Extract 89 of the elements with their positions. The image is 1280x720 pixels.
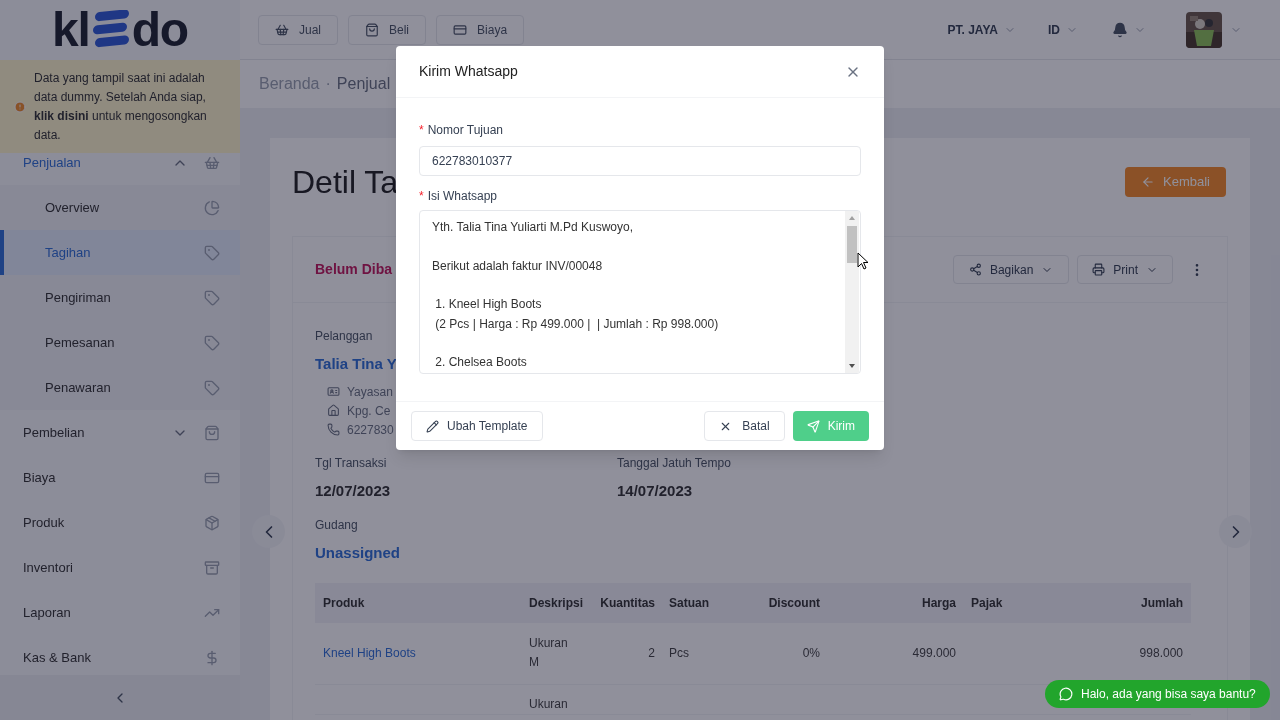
box-icon [204,514,220,531]
id-card-icon [327,385,340,398]
field-label: Tgl Transaksi [315,454,387,472]
share-icon [968,263,982,276]
dollar-icon [204,649,220,666]
table-cell-text: 0% [802,644,820,662]
pencil-icon [426,419,439,433]
table-cell-text: 2 [648,644,655,662]
language-menu[interactable]: ID [1048,20,1078,39]
column-header: Kuantitas [600,595,655,610]
archive-icon [204,559,220,576]
phone-field[interactable]: 622783010377 [419,146,861,176]
chat-button[interactable]: Halo, ada yang bisa saya bantu? [1045,680,1270,708]
message-paragraph: Berikut adalah faktur INV/00048 [432,257,604,275]
column-header: Harga [922,595,956,610]
page-title: Detil Ta [292,163,399,202]
table-cell-text: 499.000 [912,644,956,662]
table-cell-text: Pcs [669,644,689,662]
field-label: Isi Whatsapp [427,188,498,205]
sidebar-item[interactable]: Laporan [0,590,240,635]
customer-detail: Yayasan [347,383,393,401]
customer-detail: Kpg. Ce [347,402,391,420]
print-button[interactable]: Print [1077,255,1173,284]
product-link[interactable]: Kneel High Boots [323,643,416,663]
warning-icon [14,100,26,113]
bell-icon[interactable] [1112,21,1128,38]
send-icon [806,419,820,433]
sidebar-item[interactable]: Produk [0,500,240,545]
sidebar-item[interactable]: Pengiriman [0,275,240,320]
sidebar-item[interactable]: Biaya [0,455,240,500]
company-menu[interactable]: PT. JAYA [947,20,1016,39]
field-label: Pelanggan [315,328,373,345]
home-icon [327,404,340,417]
tag-icon [204,334,220,351]
pie-chart-icon [204,199,220,216]
bag-icon [204,424,220,441]
required-mark: * [419,122,424,139]
breadcrumb-separator: · [325,74,331,94]
edit-template-button[interactable]: Ubah Template [411,411,543,441]
notice-text: Data yang tampil saat ini adalah data dummy. Setelah Anda siap, klik disini untuk mengosongkan data. [34,69,208,144]
field-label: Nomor Tujuan [427,122,504,139]
field-label: Gudang [315,517,358,534]
sidebar-item[interactable]: Penawaran [0,365,240,410]
column-header: Pajak [971,595,1003,610]
breadcrumb-link[interactable]: Penjual [336,72,391,96]
message-field[interactable]: Yth. Talia Tina Yuliarti M.Pd Kuswoyo, Berikut adalah faktur INV/00048 1. Kneel High Boots (2 Pcs | Harga : Rp 499.000 | | Jumlah : Rp 998.000) 2. Chelsea Boots [419,210,861,374]
tag-icon [204,244,220,261]
field-value: Unassigned [315,543,401,563]
tag-icon [204,379,220,396]
cancel-button[interactable]: Batal [704,411,785,441]
field-value: 14/07/2023 [617,480,693,501]
status-text: Belum Diba [315,260,392,279]
required-mark: * [419,188,424,205]
field-label: Tanggal Jatuh Tempo [617,454,731,472]
message-paragraph: 1. Kneel High Boots (2 Pcs | Harga : Rp 499.000 | | Jumlah : Rp 998.000) [434,296,720,333]
basket-icon [275,22,289,37]
bag-icon [365,22,379,37]
sidebar-item[interactable]: Pembelian [0,410,240,455]
customer-detail: 6227830 [347,421,394,439]
sidebar-item[interactable]: Tagihan [0,230,240,275]
sidebar-item[interactable]: Pemesanan [0,320,240,365]
logo: kl do [52,6,188,54]
cursor-icon [857,252,869,270]
scrollbar[interactable] [845,211,859,373]
printer-icon [1092,263,1106,276]
sidebar-item[interactable]: Inventori [0,545,240,590]
message-paragraph: 2. Chelsea Boots [434,354,528,371]
column-header: Deskripsi [529,595,584,610]
column-header: Produk [323,595,365,610]
message-paragraph: Yth. Talia Tina Yuliarti M.Pd Kuswoyo, [432,219,634,236]
table-cell-text: 998.000 [1139,644,1183,662]
quick-action-button[interactable]: Biaya [436,14,525,45]
column-header: Satuan [669,595,709,610]
table-cell-text: Ukuran M [529,635,569,672]
share-button[interactable]: Bagikan [952,255,1070,284]
field-value: 12/07/2023 [315,480,391,501]
column-header: Jumlah [1141,595,1183,610]
tag-icon [204,289,220,306]
card-icon [453,22,468,37]
phone-icon [327,423,340,436]
basket-icon [204,154,220,171]
table-cell-text: Ukuran [529,696,568,713]
modal-title: Kirim Whatsapp [419,62,519,81]
column-header: Discount [768,595,820,610]
quick-action-button[interactable]: Beli [348,14,427,45]
sidebar-item[interactable]: Overview [0,185,240,230]
customer-link[interactable]: Talia Tina Y [315,353,397,376]
whatsapp-icon [1059,687,1073,701]
quick-action-button[interactable]: Jual [258,14,338,45]
